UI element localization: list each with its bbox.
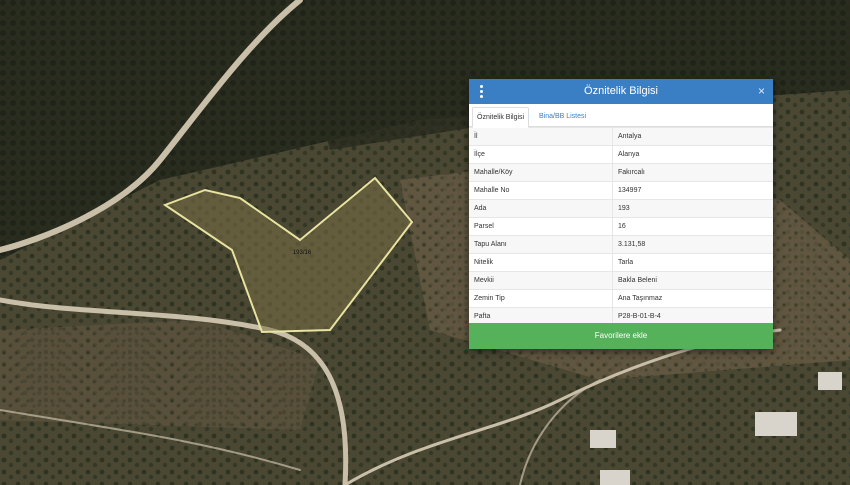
table-row: Parsel 16 [469, 217, 773, 236]
attribute-key: Ada [469, 199, 613, 218]
attribute-key: Mahalle/Köy [469, 163, 613, 182]
panel-header: Öznitelik Bilgisi × [469, 79, 773, 104]
parcel-label: 193/16 [293, 250, 312, 256]
table-row: Mevkii Bakla Beleni [469, 271, 773, 290]
attribute-value: 134997 [612, 181, 773, 200]
attribute-value: 3.131,58 [612, 235, 773, 254]
table-row: Mahalle/Köy Fakırcalı [469, 163, 773, 182]
table-row: İl Antalya [469, 127, 773, 146]
attribute-value: Alanya [612, 145, 773, 164]
attribute-value: 16 [612, 217, 773, 236]
attribute-info-panel: Öznitelik Bilgisi × Öznitelik Bilgisi Bi… [469, 79, 773, 349]
table-row: İlçe Alanya [469, 145, 773, 164]
attribute-key: İlçe [469, 145, 613, 164]
table-row: Ada 193 [469, 199, 773, 218]
attribute-key: Nitelik [469, 253, 613, 272]
close-icon[interactable]: × [758, 84, 765, 98]
panel-tabs: Öznitelik Bilgisi Bina/BB Listesi [469, 104, 773, 128]
attribute-value: Fakırcalı [612, 163, 773, 182]
add-favorites-button[interactable]: Favorilere ekle [469, 323, 773, 349]
attribute-key: Tapu Alanı [469, 235, 613, 254]
attribute-key: Parsel [469, 217, 613, 236]
attribute-value: Bakla Beleni [612, 271, 773, 290]
attribute-value: 193 [612, 199, 773, 218]
panel-title: Öznitelik Bilgisi [584, 85, 658, 97]
attribute-value: Ana Taşınmaz [612, 289, 773, 308]
attribute-key: Zemin Tip [469, 289, 613, 308]
table-row: Mahalle No 134997 [469, 181, 773, 200]
table-row: Zemin Tip Ana Taşınmaz [469, 289, 773, 308]
tab-building-list[interactable]: Bina/BB Listesi [535, 107, 590, 126]
attribute-value: Antalya [612, 127, 773, 146]
table-row: Tapu Alanı 3.131,58 [469, 235, 773, 254]
table-row: Nitelik Tarla [469, 253, 773, 272]
attribute-value: Tarla [612, 253, 773, 272]
attribute-key: Mevkii [469, 271, 613, 290]
attribute-table: İl Antalya İlçe Alanya Mahalle/Köy Fakırcalı M… [469, 127, 773, 325]
attribute-key: Mahalle No [469, 181, 613, 200]
tab-attribute-info[interactable]: Öznitelik Bilgisi [472, 107, 530, 128]
attribute-key: İl [469, 127, 613, 146]
